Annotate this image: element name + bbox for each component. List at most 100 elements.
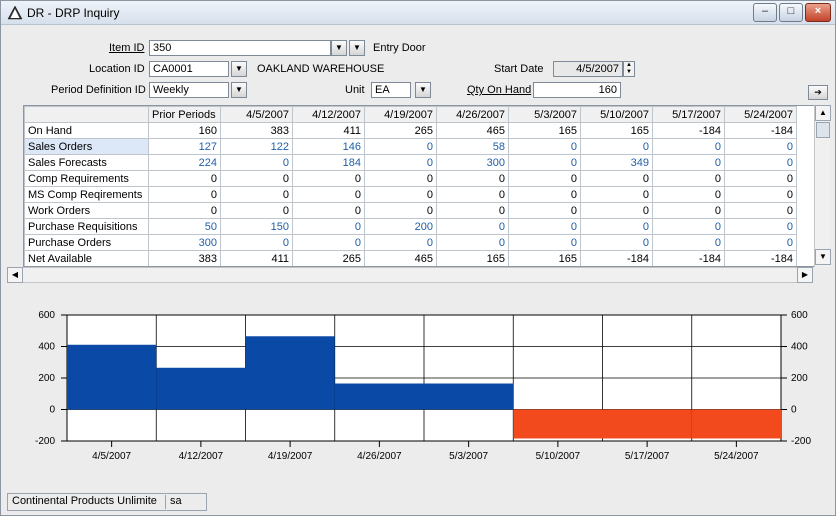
- bar: [424, 383, 514, 410]
- x-tick-label: 5/24/2007: [714, 451, 759, 462]
- status-company: Continental Products Unlimite: [10, 495, 166, 509]
- grid-cell[interactable]: 0: [724, 218, 797, 235]
- grid-cell: 0: [436, 170, 509, 187]
- scroll-up-button[interactable]: ▲: [815, 105, 831, 121]
- next-period-button[interactable]: ➔: [808, 85, 828, 100]
- grid-cell: -184: [724, 122, 797, 139]
- grid-cell[interactable]: 146: [292, 138, 365, 155]
- maximize-button[interactable]: □: [779, 3, 803, 22]
- column-header[interactable]: 5/24/2007: [724, 106, 797, 123]
- y-tick-label-left: -200: [35, 436, 55, 447]
- grid-cell[interactable]: 0: [652, 154, 725, 171]
- scroll-left-button[interactable]: ◀: [7, 267, 23, 283]
- grid-row[interactable]: Work Orders 0 0 0 0 0 0 0 0 0: [24, 202, 797, 219]
- location-dropdown-button[interactable]: ▼: [231, 61, 247, 77]
- start-date-field[interactable]: 4/5/2007: [553, 61, 623, 77]
- grid-cell[interactable]: 0: [580, 234, 653, 251]
- minimize-button[interactable]: –: [753, 3, 777, 22]
- close-button[interactable]: ×: [805, 3, 831, 22]
- grid-cell[interactable]: 0: [580, 138, 653, 155]
- location-id-label: Location ID: [89, 63, 145, 75]
- grid-cell[interactable]: 0: [292, 218, 365, 235]
- start-date-spinner[interactable]: ▲ ▼: [623, 61, 635, 77]
- grid-cell: 0: [292, 186, 365, 203]
- item-id-field[interactable]: 350: [149, 40, 331, 56]
- period-dropdown-button[interactable]: ▼: [231, 82, 247, 98]
- column-header[interactable]: 5/17/2007: [652, 106, 725, 123]
- grid-cell[interactable]: 0: [580, 218, 653, 235]
- column-header[interactable]: 4/19/2007: [364, 106, 437, 123]
- column-header[interactable]: Prior Periods: [148, 106, 221, 123]
- grid-cell[interactable]: 184: [292, 154, 365, 171]
- column-header[interactable]: 4/26/2007: [436, 106, 509, 123]
- grid-row[interactable]: Sales Orders 127 122 146 0 58 0 0 0 0: [24, 138, 797, 155]
- grid-cell: 0: [148, 186, 221, 203]
- grid-cell[interactable]: 50: [148, 218, 221, 235]
- grid-cell[interactable]: 0: [508, 218, 581, 235]
- grid-row[interactable]: Sales Forecasts 224 0 184 0 300 0 349 0 0: [24, 154, 797, 171]
- grid-cell[interactable]: 0: [436, 218, 509, 235]
- grid-cell[interactable]: 127: [148, 138, 221, 155]
- grid-cell[interactable]: 224: [148, 154, 221, 171]
- grid-cell[interactable]: 0: [508, 138, 581, 155]
- row-label: Purchase Orders: [24, 234, 149, 251]
- grid-vertical-scrollbar[interactable]: ▲ ▼: [814, 105, 831, 267]
- item-id-lookup-button[interactable]: ▼: [349, 40, 365, 56]
- grid-cell[interactable]: 0: [508, 154, 581, 171]
- location-id-field[interactable]: CA0001: [149, 61, 229, 77]
- grid-cell[interactable]: 0: [292, 234, 365, 251]
- grid-cell[interactable]: 0: [220, 234, 293, 251]
- grid-cell[interactable]: 300: [436, 154, 509, 171]
- grid-cell[interactable]: 0: [508, 234, 581, 251]
- column-header[interactable]: 5/10/2007: [580, 106, 653, 123]
- column-header[interactable]: 4/5/2007: [220, 106, 293, 123]
- grid-cell[interactable]: 0: [364, 154, 437, 171]
- grid-cell[interactable]: 200: [364, 218, 437, 235]
- y-tick-label-left: 400: [38, 342, 55, 353]
- grid-cell[interactable]: 0: [724, 234, 797, 251]
- row-label: Work Orders: [24, 202, 149, 219]
- grid-cell[interactable]: 0: [652, 218, 725, 235]
- scroll-down-button[interactable]: ▼: [815, 249, 831, 265]
- column-header[interactable]: 4/12/2007: [292, 106, 365, 123]
- grid-cell[interactable]: 0: [724, 138, 797, 155]
- x-tick-label: 4/12/2007: [179, 451, 224, 462]
- column-header[interactable]: 5/3/2007: [508, 106, 581, 123]
- chevron-down-icon: ▼: [235, 85, 243, 94]
- grid-row[interactable]: Comp Requirements 0 0 0 0 0 0 0 0 0: [24, 170, 797, 187]
- unit-dropdown-button[interactable]: ▼: [415, 82, 431, 98]
- grid-horizontal-scrollbar[interactable]: ◀ ▶: [7, 267, 813, 283]
- grid-cell[interactable]: 0: [364, 234, 437, 251]
- grid-row[interactable]: On Hand 160 383 411 265 465 165 165 -184 -184: [24, 122, 797, 139]
- grid-cell[interactable]: 349: [580, 154, 653, 171]
- row-label: Sales Forecasts: [24, 154, 149, 171]
- grid-cell[interactable]: 0: [364, 138, 437, 155]
- unit-field[interactable]: EA: [371, 82, 411, 98]
- grid-cell[interactable]: 0: [436, 234, 509, 251]
- grid-row[interactable]: Net Available 383 411 265 465 165 165 -184 -184-…: [24, 250, 797, 266]
- item-id-dropdown-button[interactable]: ▼: [331, 40, 347, 56]
- grid-cell: 411: [292, 122, 365, 139]
- grid-row[interactable]: Purchase Orders 300 0 0 0 0 0 0 0 0: [24, 234, 797, 251]
- grid-row[interactable]: MS Comp Reqirements 0 0 0 0 0 0 0 0 0: [24, 186, 797, 203]
- grid-row[interactable]: Purchase Requisitions 50 150 0 200 0 0 0 0 0: [24, 218, 797, 235]
- grid-cell: 0: [724, 186, 797, 203]
- grid-cell: 0: [580, 186, 653, 203]
- bar: [67, 344, 157, 410]
- period-definition-label: Period Definition ID: [51, 84, 146, 96]
- grid-cell[interactable]: 0: [652, 234, 725, 251]
- scroll-thumb[interactable]: [816, 122, 830, 138]
- grid-cell[interactable]: 0: [724, 154, 797, 171]
- grid-cell: 0: [652, 186, 725, 203]
- grid-cell: 0: [508, 170, 581, 187]
- grid-cell[interactable]: 0: [652, 138, 725, 155]
- grid-cell[interactable]: 0: [220, 154, 293, 171]
- grid-cell[interactable]: 150: [220, 218, 293, 235]
- status-user: sa: [170, 495, 182, 507]
- period-definition-field[interactable]: Weekly: [149, 82, 229, 98]
- grid-cell[interactable]: 300: [148, 234, 221, 251]
- grid-cell[interactable]: 122: [220, 138, 293, 155]
- grid-cell[interactable]: 58: [436, 138, 509, 155]
- scroll-right-button[interactable]: ▶: [797, 267, 813, 283]
- grid-cell: 383: [148, 250, 221, 266]
